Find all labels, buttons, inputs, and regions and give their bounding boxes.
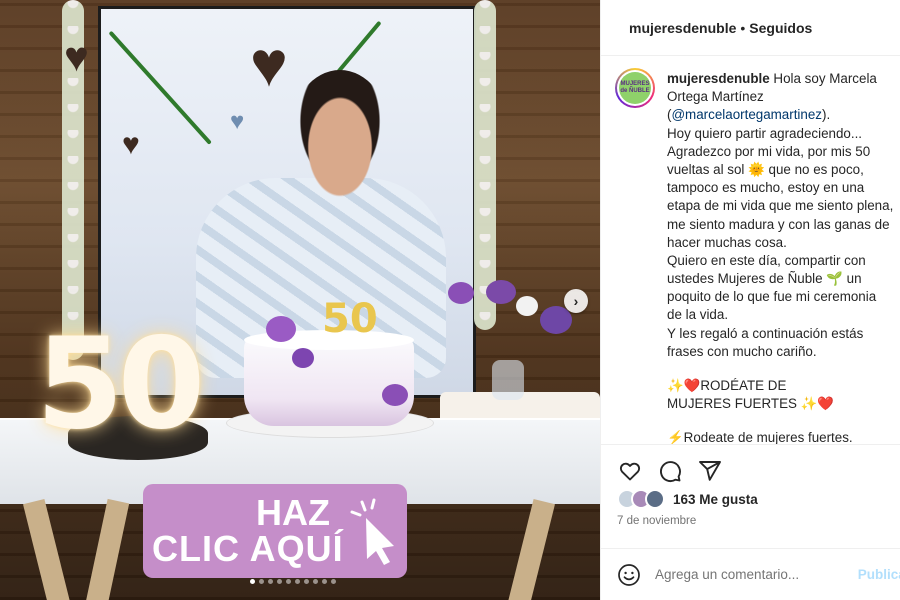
heart-icon [619,462,641,480]
caption-line: MUJERES FUERTES ✨❤️ [667,395,900,413]
caption-text-segment: ✨❤️RODÉATE DE [667,378,787,393]
caption-area: MUJERES de ÑUBLE mujeresdenuble Hola soy… [601,56,900,444]
carousel-indicator [250,579,336,584]
cake-flower [382,384,408,406]
caption-text-segment: MUJERES FUERTES ✨❤️ [667,396,835,412]
caption-username[interactable]: mujeresdenuble [667,71,770,86]
caption-line: ustedes Mujeres de Ñuble 🌱 un [667,270,900,288]
header-username[interactable]: mujeresdenuble [629,20,736,36]
publish-button[interactable]: Publicar [858,567,900,582]
heart-decoration: ♥ [122,128,140,161]
comment-bar: Publicar [601,548,900,600]
flower-vase [492,360,524,400]
caption-line: mujeresdenuble Hola soy Marcela [667,70,900,88]
caption-text-segment: Quiero en este día, compartir con [667,252,866,268]
caption-line: de la vida. [667,306,900,324]
flower-garland-right [474,0,496,330]
caption-line: Hoy quiero partir agradeciendo... [667,125,900,143]
white-flower [516,296,538,316]
header-separator: • [740,19,746,36]
caption-text-segment: ). [822,107,831,123]
carousel-dot [268,579,273,584]
purple-flower [448,282,474,304]
comment-icon [660,460,681,482]
post-media[interactable]: ♥ ♥ ♥ ♥ 50 50 › HAZ CLIC AQUÍ [0,0,600,600]
emoji-icon[interactable] [617,563,641,587]
caption-line: Agradezco por mi vida, por mis 50 [667,143,900,161]
caption-line: ⚡Rodeate de mujeres fuertes. [667,429,900,444]
carousel-dot [259,579,264,584]
post-sidebar: mujeresdenuble • Seguidos MUJERES de ÑUB… [600,0,900,600]
comment-input[interactable] [655,567,858,582]
caption-line: poquito de lo que fue mi ceremonia [667,288,900,306]
caption-text-segment: Agradezco por mi vida, por mis 50 [667,143,871,159]
caption-line: Y les regaló a continuación estás [667,325,900,343]
avatar[interactable]: MUJERES de ÑUBLE [615,68,655,108]
caption-line: me siento madura y con las ganas de [667,216,900,234]
like-button[interactable] [617,458,643,484]
caption-text-segment: de la vida. [667,307,729,323]
caption-line: frases con mucho cariño. [667,343,900,361]
caption-line: hacer muchas cosa. [667,234,900,252]
caption-line: ✨❤️RODÉATE DE [667,377,900,395]
carousel-dot [304,579,309,584]
heart-decoration: ♥ [250,28,288,100]
person-head [290,70,390,198]
purple-flower [540,306,572,334]
caption-mention-link[interactable]: @marcelaortegamartinez [671,107,822,122]
carousel-dot [277,579,282,584]
caption-gap [667,361,900,377]
caption-text-segment: vueltas al sol 🌞 que no es poco, [667,161,864,177]
click-here-line2: CLIC AQUÍ [152,528,344,569]
caption-line: Quiero en este día, compartir con [667,252,900,270]
caption-text-segment: Y les regaló a continuación estás [667,325,864,341]
share-button[interactable] [697,458,723,484]
caption-text-segment: etapa de mi vida que me siento plena, [667,198,894,214]
caption-line: etapa de mi vida que me siento plena, [667,197,900,215]
carousel-dot [295,579,300,584]
caption-text-segment: tampoco es mucho, estoy en una [667,180,865,196]
heart-decoration: ♥ [230,108,245,135]
caption-gap [667,413,900,429]
caption-line: tampoco es mucho, estoy en una [667,179,900,197]
avatar-logo: MUJERES de ÑUBLE [619,72,651,104]
send-icon [699,460,721,481]
caption-line: vueltas al sol 🌞 que no es poco, [667,161,900,179]
heart-decoration: ♥ [64,33,89,80]
caption-text-segment: hacer muchas cosa. [667,234,787,250]
follow-status-button[interactable]: Seguidos [749,20,812,36]
post-viewer: ♥ ♥ ♥ ♥ 50 50 › HAZ CLIC AQUÍ mujeresden… [0,0,900,600]
caption-text-segment: Hoy quiero partir agradeciendo... [667,125,863,141]
caption-text-segment: frases con mucho cariño. [667,343,817,359]
caption-text-segment: poquito de lo que fue mi ceremonia [667,289,877,305]
next-media-button[interactable]: › [564,289,588,313]
caption-text-segment: me siento madura y con las ganas de [667,216,890,232]
caption-text: mujeresdenuble Hola soy Marcela Ortega Ma… [667,70,900,444]
cake-flower [266,316,296,342]
likes-summary[interactable]: 163 Me gusta [617,489,758,509]
cake-flower [292,348,314,368]
post-date: 7 de noviembre [617,515,697,527]
liker-avatar [645,489,665,509]
caption-line: Ortega Martínez [667,88,900,106]
carousel-dot [286,579,291,584]
purple-flower [486,280,516,304]
caption-text-segment: Hola soy Marcela [769,71,877,86]
light-up-number: 50 [36,310,205,457]
carousel-dot [313,579,318,584]
carousel-dot [322,579,327,584]
likes-count[interactable]: 163 Me gusta [673,492,758,507]
caption-text-segment: Ortega Martínez [667,89,764,105]
pointer-cursor-icon [350,498,394,565]
cake-topper: 50 [322,296,378,342]
post-header: mujeresdenuble • Seguidos [601,0,900,56]
carousel-dot [331,579,336,584]
carousel-dot [250,579,255,584]
caption-text-segment: ⚡Rodeate de mujeres fuertes. [667,430,853,444]
comment-button[interactable] [657,458,683,484]
caption-text-segment: ustedes Mujeres de Ñuble 🌱 un [667,271,862,287]
caption-line: (@marcelaortegamartinez). [667,106,900,124]
